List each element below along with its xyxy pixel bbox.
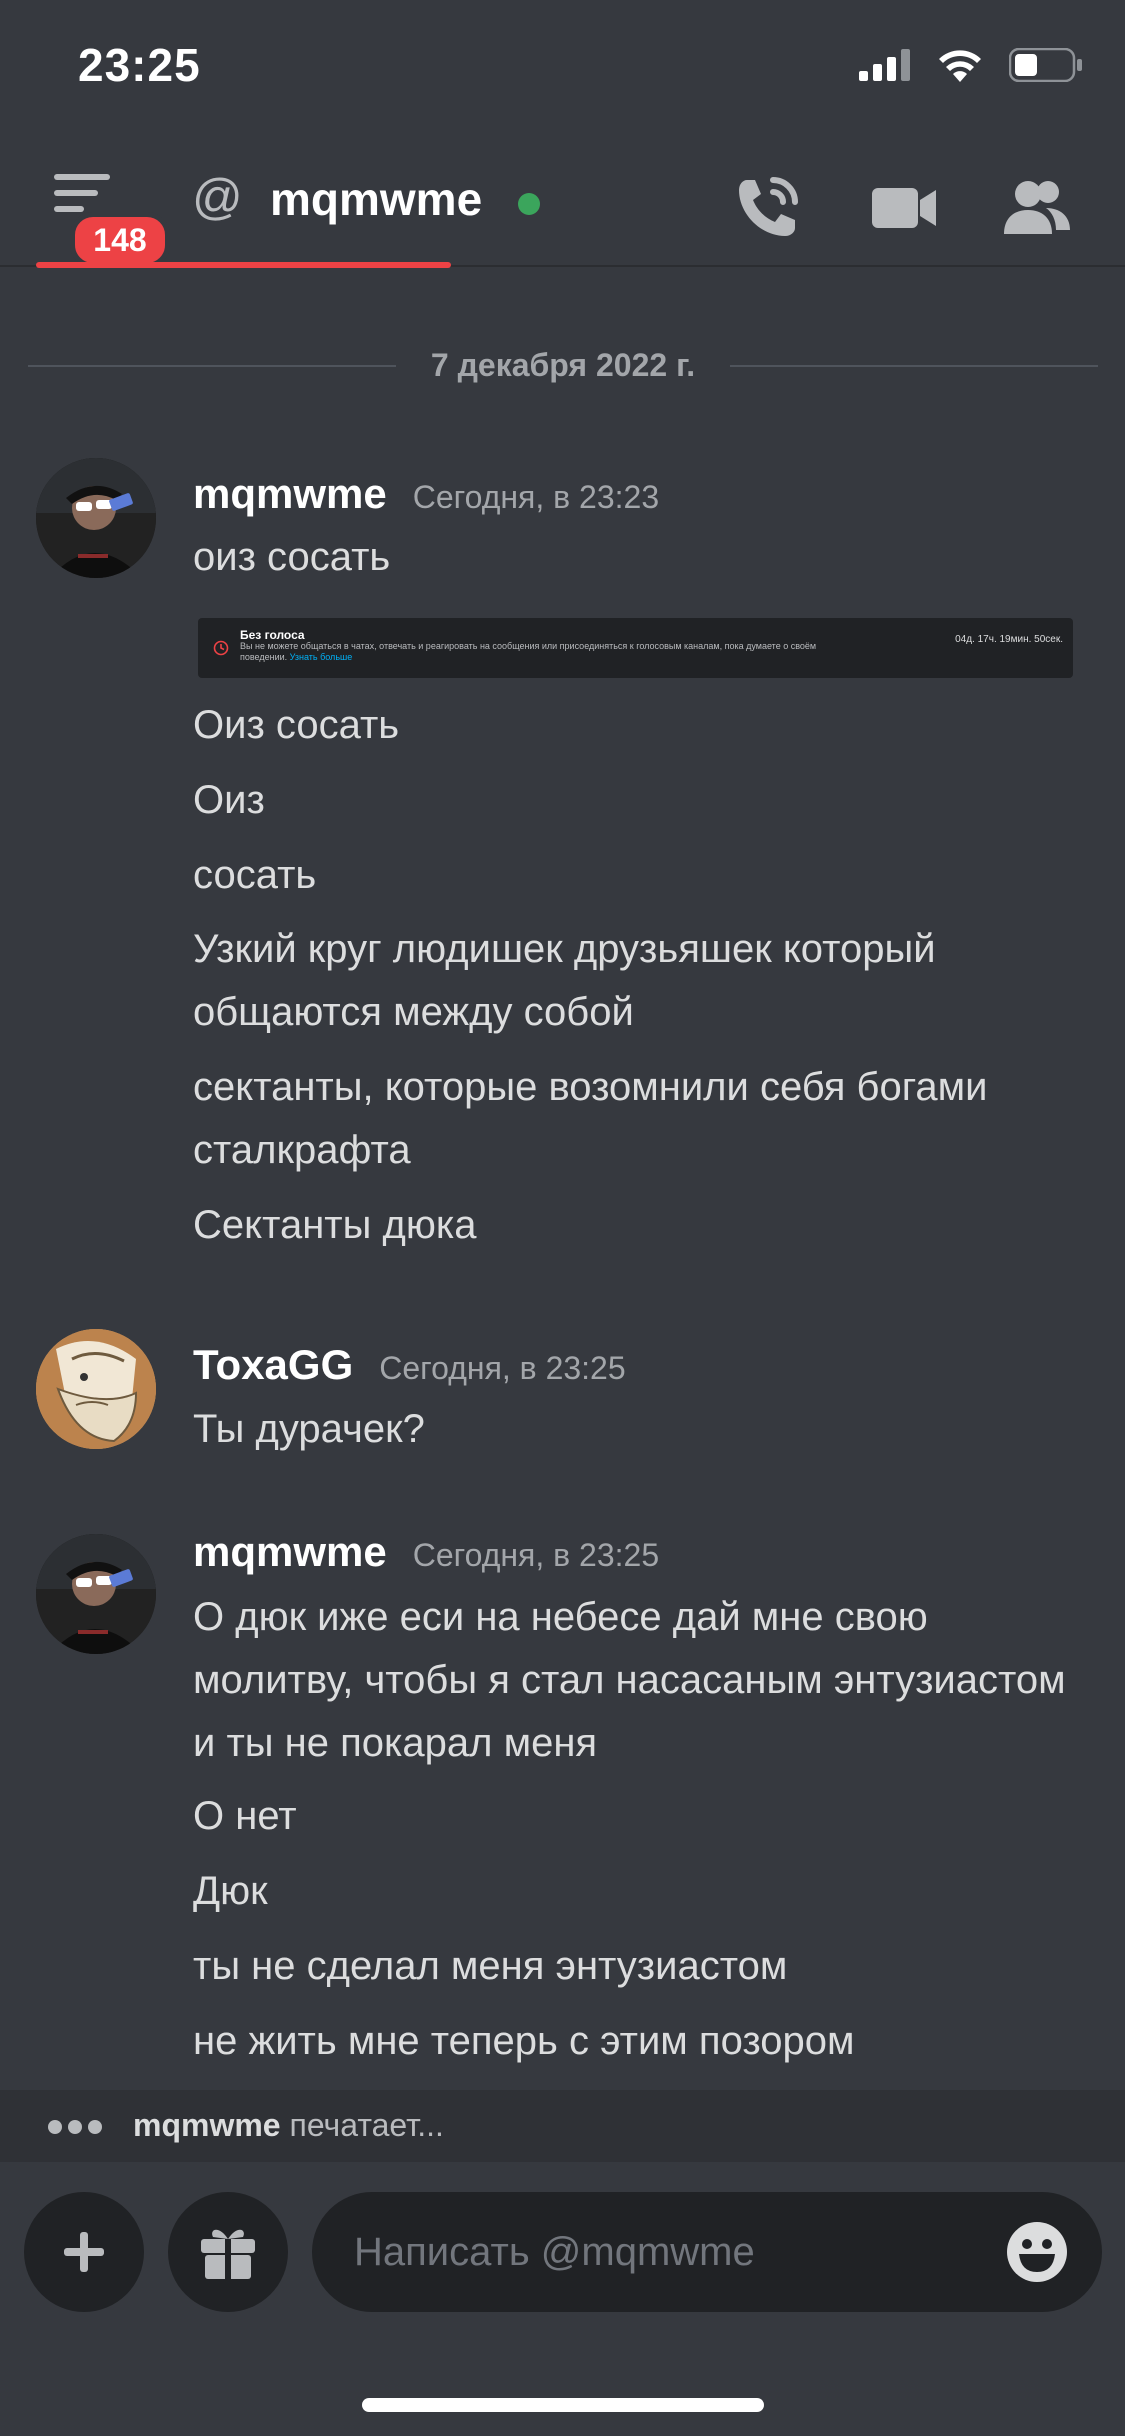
battery-icon	[1009, 48, 1082, 82]
avatar[interactable]	[36, 1534, 156, 1654]
message-timestamp: Сегодня, в 23:25	[379, 1350, 626, 1386]
date-divider-label: 7 декабря 2022 г.	[430, 347, 696, 383]
gift-icon	[201, 2229, 255, 2279]
plus-icon	[64, 2232, 104, 2272]
message-text: ты не сделал меня энтузиастом	[193, 1944, 788, 1988]
typing-label: печатает...	[289, 2107, 444, 2143]
message-author[interactable]: ToxaGG	[193, 1341, 353, 1389]
add-attachment-button[interactable]	[24, 2192, 144, 2312]
message-text: сосать	[193, 853, 317, 897]
cellular-signal-icon	[859, 49, 910, 81]
message-input[interactable]	[312, 2192, 1102, 2312]
message-text: Оиз	[193, 778, 265, 822]
message-attachment-image[interactable]: Без голоса Вы не можете общаться в чатах…	[198, 618, 1073, 678]
message-text: Узкий круг людишек друзьяшек который общ…	[193, 927, 936, 1034]
date-divider: 7 декабря 2022 г.	[28, 345, 1098, 385]
embed-text: Вы не можете общаться в чатах, отвечать …	[240, 641, 840, 663]
message-header: mqmwme Сегодня, в 23:23	[193, 470, 659, 518]
message-text: Дюк	[193, 1869, 268, 1913]
unread-badge: 148	[70, 212, 170, 268]
avatar-image	[36, 458, 156, 578]
message-composer	[0, 2162, 1125, 2436]
video-camera-icon[interactable]	[870, 172, 940, 242]
status-bar: 23:25	[0, 0, 1125, 140]
message-text: оиз сосать	[193, 535, 391, 579]
phone-call-icon[interactable]	[733, 172, 803, 242]
emoji-icon	[1007, 2222, 1067, 2282]
wifi-icon	[939, 50, 981, 82]
members-icon[interactable]	[1002, 172, 1072, 242]
muted-clock-icon	[213, 640, 229, 656]
embed-learn-more-link[interactable]: Узнать больше	[290, 652, 353, 662]
typing-text: mqmwme печатает...	[133, 2107, 444, 2144]
online-status-dot	[518, 193, 540, 215]
menu-button[interactable]: 148	[44, 170, 170, 268]
avatar-image	[36, 1329, 156, 1449]
status-time: 23:25	[78, 39, 201, 91]
channel-header: 148 @ mqmwme	[0, 140, 1125, 268]
message-header: mqmwme Сегодня, в 23:25	[193, 1528, 659, 1576]
avatar[interactable]	[36, 1329, 156, 1449]
message-timestamp: Сегодня, в 23:25	[412, 1537, 660, 1573]
message-header: ToxaGG Сегодня, в 23:25	[193, 1341, 626, 1389]
unread-indicator-line	[36, 262, 451, 268]
message-text: Сектанты дюка	[193, 1203, 477, 1247]
channel-title[interactable]: mqmwme	[270, 172, 482, 226]
message-text: О нет	[193, 1794, 297, 1838]
message-text: сектанты, которые возомнили себя богами …	[193, 1065, 988, 1172]
at-icon: @	[192, 169, 243, 225]
gift-button[interactable]	[168, 2192, 288, 2312]
emoji-button[interactable]	[1005, 2220, 1069, 2284]
avatar-image	[36, 1534, 156, 1654]
typing-indicator: mqmwme печатает...	[0, 2090, 1125, 2162]
message-text: Оиз сосать	[193, 703, 400, 747]
message-author[interactable]: mqmwme	[193, 1528, 387, 1576]
embed-timer: 04д. 17ч. 19мин. 50сек.	[955, 634, 1063, 645]
message-author[interactable]: mqmwme	[193, 470, 387, 518]
embed-title: Без голоса	[240, 628, 305, 642]
typing-dots-icon	[48, 2120, 108, 2139]
avatar[interactable]	[36, 458, 156, 578]
typing-user: mqmwme	[133, 2107, 281, 2143]
message-text: Ты дурачек?	[193, 1407, 425, 1451]
message-timestamp: Сегодня, в 23:23	[412, 479, 660, 515]
status-icons	[859, 48, 1083, 82]
message-text: О дюк иже еси на небесе дай мне свою мол…	[193, 1595, 1066, 1765]
message-text: не жить мне теперь с этим позором	[193, 2019, 855, 2063]
home-indicator[interactable]	[362, 2398, 764, 2412]
